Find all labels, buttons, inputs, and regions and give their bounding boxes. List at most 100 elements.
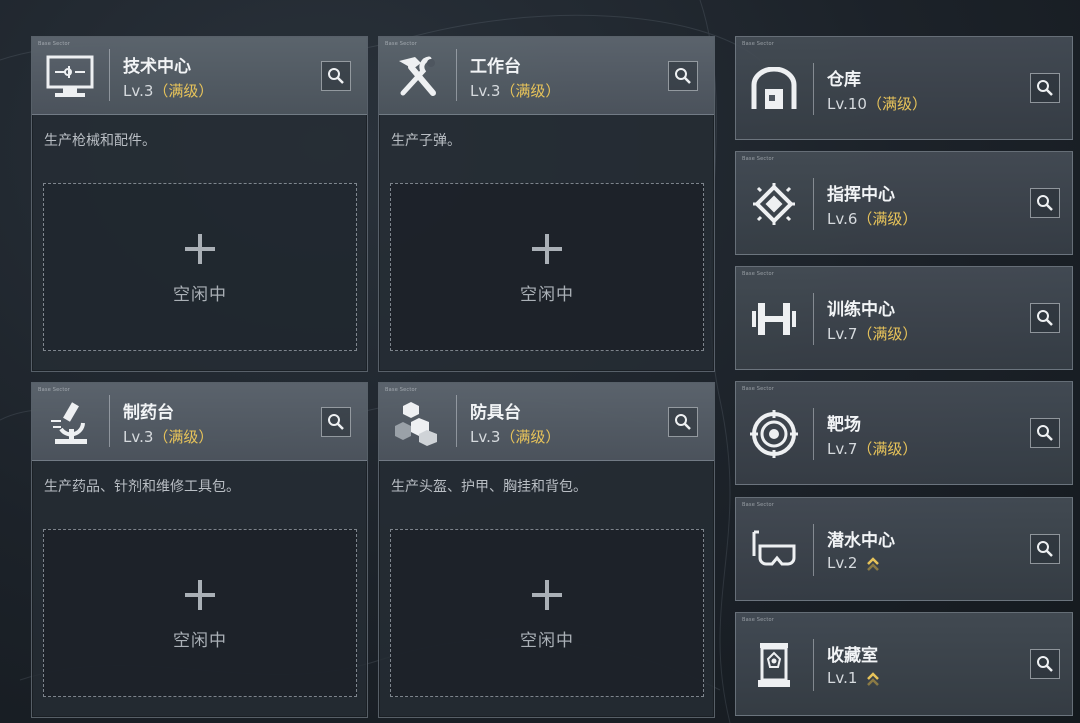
header-divider [813, 293, 814, 345]
search-icon [675, 414, 691, 430]
inspect-button[interactable] [1030, 188, 1060, 218]
facility-name: 防具台 [470, 403, 521, 423]
sector-tag: Base Sector [742, 386, 775, 392]
sector-tag: Base Sector [385, 41, 418, 47]
dumbbell-icon [748, 293, 800, 345]
card-header: Base Sector 技术中心 Lv.3（满级） [32, 37, 367, 115]
facility-level: Lv.10（满级） [827, 95, 927, 113]
search-icon [328, 414, 344, 430]
facility-description: 生产子弹。 [391, 133, 461, 149]
slot-status: 空闲中 [173, 631, 227, 651]
header-divider [813, 524, 814, 576]
search-icon [1037, 541, 1053, 557]
production-slot[interactable]: 空闲中 [390, 529, 704, 697]
microscope-icon [44, 397, 96, 449]
plus-icon [185, 580, 215, 610]
search-icon [328, 68, 344, 84]
facility-name: 训练中心 [827, 300, 895, 320]
inspect-button[interactable] [1030, 73, 1060, 103]
sector-tag: Base Sector [38, 41, 71, 47]
slot-status: 空闲中 [520, 285, 574, 305]
sector-tag: Base Sector [742, 41, 775, 47]
slot-status: 空闲中 [173, 285, 227, 305]
facility-description: 生产枪械和配件。 [44, 133, 156, 149]
header-divider [813, 178, 814, 230]
search-icon [1037, 656, 1053, 672]
facility-description: 生产药品、针剂和维修工具包。 [44, 479, 240, 495]
facility-card-warehouse[interactable]: Base Sector 仓库 Lv.10（满级） [735, 36, 1073, 140]
facility-level: Lv.3（满级） [470, 82, 561, 100]
card-header: Base Sector 工作台 Lv.3（满级） [379, 37, 714, 115]
facility-level: Lv.1 [827, 669, 880, 687]
facility-card-collection-room[interactable]: Base Sector 收藏室 Lv.1 [735, 612, 1073, 716]
plus-icon [185, 234, 215, 264]
sector-tag: Base Sector [742, 271, 775, 277]
plus-icon [532, 580, 562, 610]
facility-level: Lv.3（满级） [123, 82, 214, 100]
sector-tag: Base Sector [742, 156, 775, 162]
sector-tag: Base Sector [742, 617, 775, 623]
sector-tag: Base Sector [385, 387, 418, 393]
target-icon [748, 408, 800, 460]
dive-mask-icon [748, 524, 800, 576]
production-slot[interactable]: 空闲中 [43, 529, 357, 697]
facility-description: 生产头盔、护甲、胸挂和背包。 [391, 479, 587, 495]
card-header: Base Sector 制药台 Lv.3（满级） [32, 383, 367, 461]
search-icon [1037, 310, 1053, 326]
facility-level: Lv.3（满级） [123, 428, 214, 446]
facility-level: Lv.7（满级） [827, 440, 918, 458]
inspect-button[interactable] [1030, 649, 1060, 679]
facility-name: 制药台 [123, 403, 174, 423]
facility-card-workbench: Base Sector 工作台 Lv.3（满级） 生产子弹。 空闲中 [378, 36, 715, 372]
facility-level: Lv.2 [827, 554, 880, 572]
header-divider [813, 63, 814, 115]
facility-name: 工作台 [470, 57, 521, 77]
card-header: Base Sector 防具台 Lv.3（满级） [379, 383, 714, 461]
facility-name: 技术中心 [123, 57, 191, 77]
facility-name: 收藏室 [827, 646, 878, 666]
header-divider [109, 395, 110, 447]
inspect-button[interactable] [1030, 418, 1060, 448]
header-divider [813, 639, 814, 691]
facility-card-tech-center: Base Sector 技术中心 Lv.3（满级） 生产枪械和配件。 空闲中 [31, 36, 368, 372]
header-divider [813, 408, 814, 460]
warehouse-icon [748, 63, 800, 115]
facility-card-command-center[interactable]: Base Sector 指挥中心 Lv.6（满级） [735, 151, 1073, 255]
facility-card-training-center[interactable]: Base Sector 训练中心 Lv.7（满级） [735, 266, 1073, 370]
search-icon [1037, 80, 1053, 96]
header-divider [109, 49, 110, 101]
inspect-button[interactable] [1030, 303, 1060, 333]
facility-level: Lv.6（满级） [827, 210, 918, 228]
hammer-wrench-icon [391, 51, 443, 103]
command-chip-icon [748, 178, 800, 230]
cubes-icon [391, 397, 443, 449]
sector-tag: Base Sector [742, 502, 775, 508]
facility-card-dive-center[interactable]: Base Sector 潜水中心 Lv.2 [735, 497, 1073, 601]
header-divider [456, 49, 457, 101]
facility-card-pharmacy: Base Sector 制药台 Lv.3（满级） 生产药品、针剂和维修工具包。 … [31, 382, 368, 718]
upgrade-arrow-icon [867, 556, 880, 571]
display-case-icon [748, 639, 800, 691]
upgrade-arrow-icon [867, 671, 880, 686]
search-icon [675, 68, 691, 84]
plus-icon [532, 234, 562, 264]
inspect-button[interactable] [1030, 534, 1060, 564]
facility-name: 指挥中心 [827, 185, 895, 205]
facility-name: 潜水中心 [827, 531, 895, 551]
inspect-button[interactable] [668, 407, 698, 437]
inspect-button[interactable] [321, 61, 351, 91]
production-slot[interactable]: 空闲中 [390, 183, 704, 351]
search-icon [1037, 195, 1053, 211]
inspect-button[interactable] [321, 407, 351, 437]
facility-level: Lv.7（满级） [827, 325, 918, 343]
slot-status: 空闲中 [520, 631, 574, 651]
facility-card-armor-bench: Base Sector 防具台 Lv.3（满级） 生产头盔、护甲、胸挂和背包。 … [378, 382, 715, 718]
production-slot[interactable]: 空闲中 [43, 183, 357, 351]
header-divider [456, 395, 457, 447]
sector-tag: Base Sector [38, 387, 71, 393]
facility-level: Lv.3（满级） [470, 428, 561, 446]
inspect-button[interactable] [668, 61, 698, 91]
search-icon [1037, 425, 1053, 441]
facility-name: 仓库 [827, 70, 861, 90]
facility-card-shooting-range[interactable]: Base Sector 靶场 Lv.7（满级） [735, 381, 1073, 485]
